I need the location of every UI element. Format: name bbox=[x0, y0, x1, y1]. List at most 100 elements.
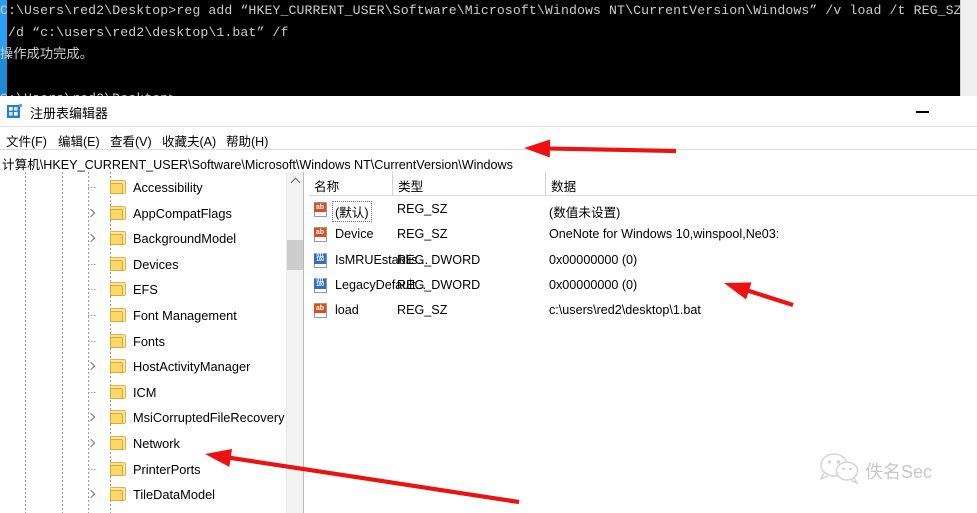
tree-node-printerports[interactable]: PrinterPorts bbox=[0, 459, 286, 480]
tree-leaf-connector bbox=[88, 391, 97, 393]
tree-node-label: Devices bbox=[133, 256, 179, 272]
tree-leaf-connector bbox=[88, 468, 97, 470]
menu-favorites[interactable]: 收藏夫(A) bbox=[158, 130, 220, 151]
tree-node-icm[interactable]: ICM bbox=[0, 382, 286, 403]
folder-icon bbox=[110, 180, 126, 194]
value-row[interactable]: ab load REG_SZ c:\users\red2\desktop\1.bat bbox=[309, 300, 977, 323]
value-name: load bbox=[335, 303, 359, 318]
tree-node-label: TileDataModel bbox=[133, 487, 216, 503]
tree-node-label: PrinterPorts bbox=[133, 461, 201, 477]
value-type: REG_DWORD bbox=[397, 252, 481, 267]
window-title: 注册表编辑器 bbox=[30, 106, 109, 121]
menu-file[interactable]: 文件(F) bbox=[2, 130, 51, 151]
chevron-right-icon[interactable] bbox=[86, 208, 97, 219]
folder-icon bbox=[110, 282, 126, 297]
tree-node-label: Font Management bbox=[133, 308, 237, 323]
tree-node-label: Accessibility bbox=[133, 180, 203, 195]
menu-bar: 文件(F) 编辑(E) 查看(V) 收藏夫(A) 帮助(H) bbox=[0, 127, 977, 149]
tree-leaf-connector bbox=[88, 315, 97, 316]
tree-leaf-connector bbox=[88, 289, 97, 291]
tree-node-efs[interactable]: EFS bbox=[0, 279, 286, 300]
value-type: REG_SZ bbox=[397, 202, 448, 216]
tree-node-label: Network bbox=[133, 436, 180, 451]
chevron-right-icon[interactable] bbox=[86, 489, 97, 500]
chevron-right-icon[interactable] bbox=[86, 412, 97, 423]
chevron-right-icon[interactable] bbox=[86, 438, 97, 449]
value-row[interactable]: ab Device REG_SZ OneNote for Windows 10,win… bbox=[309, 224, 977, 247]
console-line: C:\Users\red2\Desktop> bbox=[0, 88, 962, 96]
tree-node-label: AppCompatFlags bbox=[133, 205, 232, 221]
tree-node-font-management[interactable]: Font Management bbox=[0, 305, 286, 326]
title-bar: 注册表编辑器 bbox=[0, 96, 977, 127]
value-name: (默认) bbox=[332, 201, 372, 222]
minimize-button[interactable] bbox=[900, 96, 946, 127]
tree-node-appcompatflags[interactable]: AppCompatFlags bbox=[0, 203, 286, 224]
value-row[interactable]: 011 100 IsMRUEstablis... REG_DWORD 0x0000000… bbox=[309, 250, 977, 273]
value-type: REG_SZ bbox=[397, 227, 448, 242]
column-header-name-label: 名称 bbox=[314, 180, 340, 194]
tree-node-network[interactable]: Network bbox=[0, 433, 286, 454]
value-list-header: 名称 类型 数据 bbox=[309, 172, 977, 196]
tree-node-backgroundmodel[interactable]: BackgroundModel bbox=[0, 228, 286, 249]
tree-leaf-connector bbox=[88, 340, 97, 342]
tree-node-accessibility[interactable]: Accessibility bbox=[0, 177, 286, 198]
value-data: (数值未设置) bbox=[549, 206, 621, 220]
folder-icon bbox=[110, 256, 126, 271]
tree-node-msicorruptedfilerecovery[interactable]: MsiCorruptedFileRecovery bbox=[0, 407, 286, 428]
value-type: REG_DWORD bbox=[397, 277, 481, 292]
menu-help[interactable]: 帮助(H) bbox=[222, 130, 272, 151]
folder-icon bbox=[110, 410, 126, 425]
column-header-type[interactable]: 类型 bbox=[393, 172, 546, 195]
registry-path-text: 计算机\HKEY_CURRENT_USER\Software\Microsoft… bbox=[2, 158, 513, 172]
string-value-icon: ab bbox=[314, 303, 330, 319]
tree-node-label: MsiCorruptedFileRecovery bbox=[133, 410, 285, 426]
chevron-right-icon[interactable] bbox=[86, 233, 97, 244]
tree-node-label: HostActivityManager bbox=[133, 359, 251, 375]
column-header-data-label: 数据 bbox=[551, 180, 577, 194]
menu-view[interactable]: 查看(V) bbox=[106, 130, 156, 151]
column-header-type-label: 类型 bbox=[398, 180, 424, 194]
watermark: 佚名Sec bbox=[818, 452, 973, 492]
value-type: REG_SZ bbox=[397, 303, 448, 318]
regedit-icon bbox=[6, 103, 23, 120]
value-row[interactable]: ab (默认) REG_SZ (数值未设置) bbox=[309, 199, 977, 222]
value-name: Device bbox=[335, 227, 374, 242]
value-row[interactable]: 011 100 LegacyDefault... REG_DWORD 0x0000000… bbox=[309, 275, 977, 298]
console-vertical-scrollbar[interactable] bbox=[960, 0, 977, 96]
watermark-text: 佚名Sec bbox=[865, 462, 933, 482]
tree-node-label: ICM bbox=[133, 384, 157, 400]
registry-key-tree[interactable]: Accessibility AppCompatFlags BackgroundMod… bbox=[0, 172, 290, 513]
string-value-icon: ab bbox=[314, 202, 330, 218]
column-header-name[interactable]: 名称 bbox=[309, 172, 393, 195]
value-data: 0x00000000 (0) bbox=[549, 252, 638, 267]
registry-editor-window: 注册表编辑器 文件(F) 编辑(E) 查看(V) 收藏夫(A) 帮助(H) 计算… bbox=[0, 96, 977, 513]
chevron-right-icon[interactable] bbox=[86, 361, 97, 372]
folder-icon bbox=[110, 461, 126, 476]
folder-icon bbox=[110, 487, 126, 502]
minimize-icon bbox=[916, 111, 929, 113]
string-value-icon: ab bbox=[314, 227, 330, 243]
column-header-data[interactable]: 数据 bbox=[546, 172, 977, 195]
tree-node-fonts[interactable]: Fonts bbox=[0, 331, 286, 352]
dword-value-icon: 011 100 bbox=[314, 277, 330, 294]
tree-vertical-scrollbar[interactable] bbox=[286, 172, 304, 513]
command-prompt-window[interactable]: C:\Users\red2\Desktop>reg add “HKEY_CURR… bbox=[0, 0, 977, 96]
tree-node-hostactivitymanager[interactable]: HostActivityManager bbox=[0, 356, 286, 377]
tree-node-label: Fonts bbox=[133, 333, 166, 349]
address-bar[interactable]: 计算机\HKEY_CURRENT_USER\Software\Microsoft… bbox=[0, 149, 977, 174]
folder-icon bbox=[110, 205, 126, 220]
scroll-up-arrow-icon[interactable] bbox=[287, 172, 304, 189]
folder-icon bbox=[110, 231, 126, 246]
value-data: OneNote for Windows 10,winspool,Ne03: bbox=[549, 227, 780, 242]
console-line: 操作成功完成。 bbox=[0, 47, 94, 62]
scrollbar-thumb[interactable] bbox=[287, 240, 304, 270]
tree-node-tiledatamodel[interactable]: TileDataModel bbox=[0, 484, 286, 505]
tree-node-label: BackgroundModel bbox=[133, 231, 237, 247]
tree-node-devices[interactable]: Devices bbox=[0, 254, 286, 275]
tree-leaf-connector bbox=[88, 187, 97, 188]
value-data: c:\users\red2\desktop\1.bat bbox=[549, 303, 701, 318]
folder-icon bbox=[110, 384, 126, 399]
menu-edit[interactable]: 编辑(E) bbox=[54, 130, 104, 151]
console-output: C:\Users\red2\Desktop>reg add “HKEY_CURR… bbox=[0, 0, 962, 96]
